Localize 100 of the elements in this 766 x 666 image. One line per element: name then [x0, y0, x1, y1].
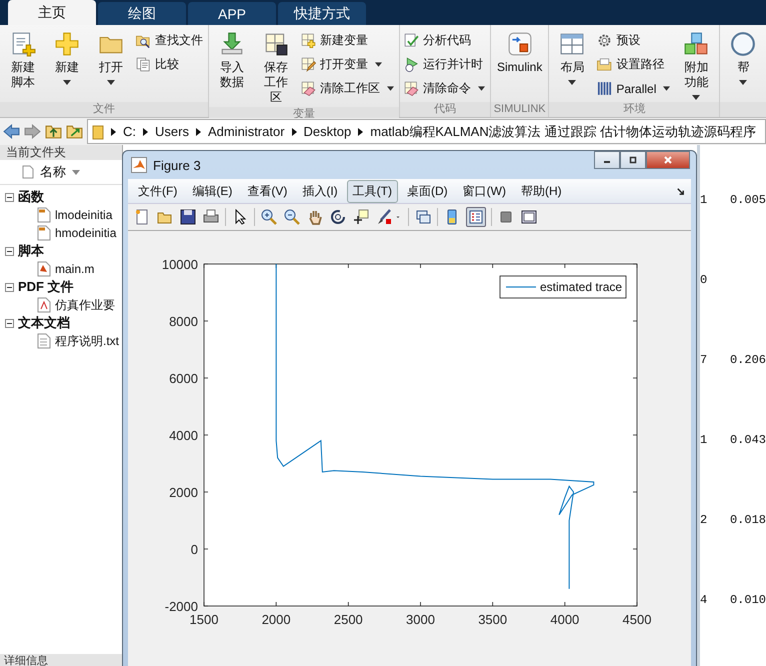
matlab-logo-icon: [131, 157, 147, 173]
brush-icon[interactable]: [375, 208, 393, 226]
ribbon-button[interactable]: 布局: [552, 29, 592, 102]
maximize-button[interactable]: [620, 151, 646, 169]
details-panel-title: 详细信息: [0, 654, 122, 666]
output-value: 0: [700, 273, 708, 289]
ribbon-button[interactable]: 比较: [135, 54, 205, 75]
collapse-toggle-icon[interactable]: [5, 282, 14, 292]
legend-line-sample: [506, 286, 536, 288]
ribbon-button[interactable]: 帮: [723, 29, 764, 102]
tree-group[interactable]: PDF 文件: [18, 278, 74, 296]
chevron-icon: [196, 128, 201, 136]
ribbon-button[interactable]: 打开变量: [300, 54, 396, 75]
ribbon-button[interactable]: 分析代码: [403, 30, 487, 51]
browse-folder-icon[interactable]: [66, 123, 83, 140]
file-item[interactable]: 程序说明.txt: [55, 332, 120, 350]
collapse-toggle-icon[interactable]: [5, 192, 14, 202]
ribbon-button[interactable]: 清除命令: [403, 78, 487, 99]
new-script-icon: [10, 31, 36, 57]
ribbon-button[interactable]: 运行并计时: [403, 54, 487, 75]
ribbon-button[interactable]: 保存工作区: [256, 29, 296, 107]
forward-icon[interactable]: [24, 123, 41, 140]
path-segment[interactable]: Desktop: [304, 124, 352, 139]
legend-label: estimated trace: [540, 280, 622, 294]
tree-group[interactable]: 函数: [18, 188, 44, 206]
path-field[interactable]: C: Users Administrator Desktop matlab编程KALMAN滤波算法 通过跟踪 估计物体运动轨迹源码程序: [87, 119, 766, 144]
ribbon-button[interactable]: 设置路径: [596, 54, 672, 75]
data-cursor-icon[interactable]: [352, 208, 370, 226]
legend-icon[interactable]: [466, 207, 486, 227]
path-segment[interactable]: C:: [123, 124, 136, 139]
file-item[interactable]: main.m: [55, 262, 94, 276]
collapse-toggle-icon[interactable]: [5, 318, 14, 328]
rotate-icon[interactable]: [329, 208, 347, 226]
ribbon-button[interactable]: 打开: [91, 29, 131, 102]
menu-item[interactable]: 插入(I): [296, 180, 344, 202]
script-file-icon: [37, 261, 51, 277]
file-item[interactable]: lmodeinitia: [55, 208, 112, 222]
new-variable-icon: [300, 32, 317, 49]
file-item[interactable]: hmodeinitia: [55, 226, 116, 240]
y-tick-label: 4000: [169, 428, 198, 443]
menu-item[interactable]: 桌面(D): [400, 180, 454, 202]
up-folder-icon[interactable]: [45, 123, 62, 140]
output-value: 4: [700, 593, 708, 609]
function-file-icon: [37, 225, 51, 241]
menu-item[interactable]: 查看(V): [241, 180, 294, 202]
x-tick-label: 4000: [550, 612, 580, 627]
ribbon-button[interactable]: Parallel: [596, 78, 672, 99]
tree-group[interactable]: 文本文档: [18, 314, 70, 332]
path-segment[interactable]: Administrator: [208, 124, 285, 139]
path-segment[interactable]: matlab编程KALMAN滤波算法 通过跟踪 估计物体运动轨迹源码程序: [370, 122, 756, 140]
simulink-icon: [506, 31, 533, 57]
ribbon-button[interactable]: 查找文件: [135, 30, 205, 51]
output-value: 2: [700, 513, 708, 529]
dock-icon[interactable]: [676, 186, 685, 196]
frame-icon[interactable]: [520, 208, 538, 226]
set-path-icon: [596, 56, 614, 73]
output-value: 7: [700, 353, 708, 369]
zoom-out-icon[interactable]: [283, 208, 301, 226]
settings-icon: [596, 32, 614, 49]
ribbon-button[interactable]: 预设: [596, 30, 672, 51]
tree-group[interactable]: 脚本: [18, 242, 44, 260]
menu-item[interactable]: 文件(F): [132, 180, 184, 202]
ribbon-tab[interactable]: 主页: [8, 0, 96, 25]
link-icon[interactable]: [414, 208, 432, 226]
ribbon-button[interactable]: 新建: [47, 29, 87, 102]
add-ons-icon: [683, 31, 710, 57]
path-segment[interactable]: Users: [155, 124, 189, 139]
ribbon-button[interactable]: 新建变量: [300, 30, 396, 51]
file-item[interactable]: 仿真作业要: [55, 296, 115, 314]
ribbon-button[interactable]: Simulink: [494, 29, 546, 102]
ribbon-tab[interactable]: 绘图: [98, 2, 186, 25]
ribbon-button[interactable]: 新建脚本: [3, 29, 43, 102]
ribbon-button[interactable]: 导入数据: [212, 29, 252, 107]
column-header[interactable]: 名称: [40, 163, 66, 181]
function-file-icon: [37, 207, 51, 223]
zoom-in-icon[interactable]: [260, 208, 278, 226]
menu-item[interactable]: 编辑(E): [186, 180, 238, 202]
close-icon: [663, 156, 673, 164]
menu-item[interactable]: 帮助(H): [514, 180, 568, 202]
output-value: 1: [700, 433, 708, 449]
analyze-code-icon: [403, 32, 420, 49]
chevron-icon: [143, 128, 148, 136]
text-file-icon: [37, 333, 51, 349]
close-button[interactable]: [646, 151, 690, 169]
window-title: Figure 3: [153, 158, 201, 172]
menu-item[interactable]: 窗口(W): [456, 180, 512, 202]
group-label: 代码: [400, 102, 490, 117]
back-icon[interactable]: [3, 123, 20, 140]
menu-item[interactable]: 工具(T): [346, 180, 398, 202]
ribbon-button[interactable]: 清除工作区: [300, 78, 396, 99]
collapse-toggle-icon[interactable]: [5, 246, 14, 256]
output-value: 0.005: [730, 193, 766, 207]
ribbon-tab[interactable]: 快捷方式: [278, 2, 366, 25]
group-footer: [720, 102, 766, 117]
group-label: SIMULINK: [491, 102, 548, 117]
minimize-button[interactable]: [594, 151, 620, 169]
save-icon[interactable]: [179, 208, 197, 226]
ribbon-tab[interactable]: APP: [188, 2, 276, 25]
ribbon-button[interactable]: 附加功能: [676, 29, 716, 102]
layout-icon: [559, 31, 586, 57]
